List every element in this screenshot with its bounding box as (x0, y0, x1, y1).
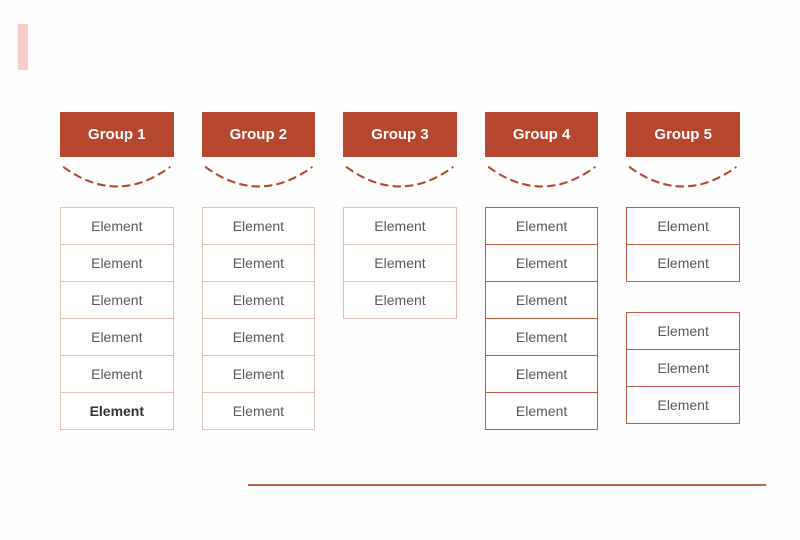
element-box: Element (485, 207, 599, 245)
connector-arc-icon (202, 163, 316, 195)
element-stack: ElementElementElementElementElementEleme… (60, 207, 174, 430)
connector-arc-icon (343, 163, 457, 195)
connector-arc-icon (60, 163, 174, 195)
connector-arc-icon (626, 163, 740, 195)
accent-bar (18, 24, 28, 70)
columns-container: Group 1 ElementElementElementElementElem… (60, 112, 740, 430)
element-stack: ElementElementElementElementElementEleme… (485, 207, 599, 430)
group-header: Group 4 (485, 112, 599, 157)
element-box: Element (485, 318, 599, 356)
element-box: Element (485, 244, 599, 282)
element-box: Element (60, 392, 174, 430)
group-column: Group 3 ElementElementElement (343, 112, 457, 430)
group-header: Group 5 (626, 112, 740, 157)
element-box: Element (626, 207, 740, 245)
element-box: Element (202, 392, 316, 430)
element-box: Element (626, 386, 740, 424)
element-stack: ElementElement (626, 207, 740, 282)
element-box: Element (202, 318, 316, 356)
group-header: Group 2 (202, 112, 316, 157)
element-stack: ElementElementElement (626, 312, 740, 424)
element-box: Element (626, 312, 740, 350)
group-header: Group 1 (60, 112, 174, 157)
group-column: Group 2 ElementElementElementElementElem… (202, 112, 316, 430)
element-box: Element (60, 355, 174, 393)
element-box: Element (343, 244, 457, 282)
element-box: Element (202, 244, 316, 282)
element-box: Element (202, 207, 316, 245)
element-box: Element (626, 244, 740, 282)
element-box: Element (626, 349, 740, 387)
element-box: Element (485, 281, 599, 319)
group-column: Group 1 ElementElementElementElementElem… (60, 112, 174, 430)
element-stack: ElementElementElement (343, 207, 457, 319)
group-column: Group 4 ElementElementElementElementElem… (485, 112, 599, 430)
element-box: Element (60, 281, 174, 319)
element-box: Element (60, 244, 174, 282)
element-box: Element (343, 281, 457, 319)
group-header: Group 3 (343, 112, 457, 157)
element-box: Element (485, 392, 599, 430)
element-box: Element (202, 355, 316, 393)
group-column: Group 5 ElementElementElementElementElem… (626, 112, 740, 430)
connector-arc-icon (485, 163, 599, 195)
element-box: Element (60, 318, 174, 356)
element-box: Element (202, 281, 316, 319)
element-box: Element (485, 355, 599, 393)
footer-divider (248, 484, 766, 486)
element-stack: ElementElementElementElementElementEleme… (202, 207, 316, 430)
element-box: Element (60, 207, 174, 245)
element-box: Element (343, 207, 457, 245)
